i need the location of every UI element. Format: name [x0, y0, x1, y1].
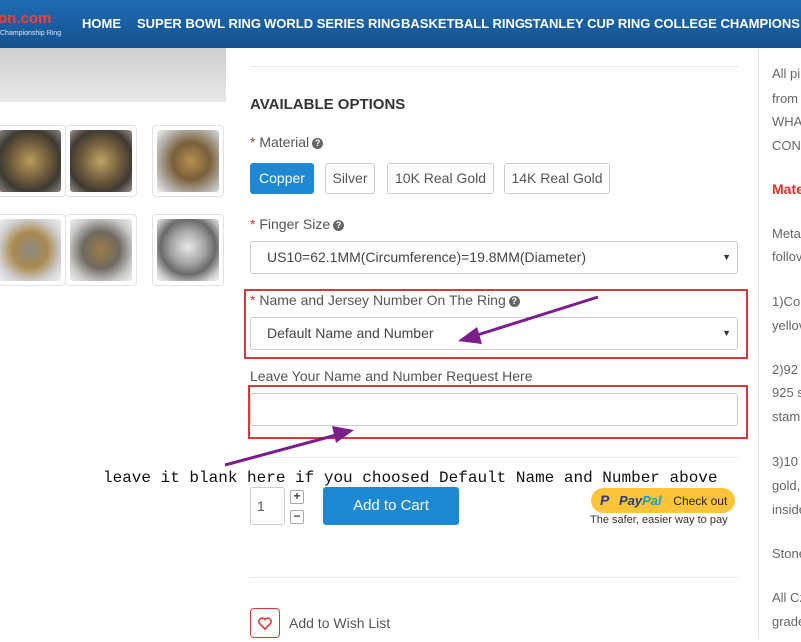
add-to-cart-button[interactable]: Add to Cart	[323, 487, 459, 525]
wishlist-link[interactable]: Add to Wish List	[289, 615, 390, 631]
material-section-heading: Mate	[772, 181, 801, 197]
description-line: inside	[772, 502, 801, 517]
description-column: All pi from WHA CONI Mate Meta follov 1)…	[758, 48, 801, 639]
quantity-increase-button[interactable]: +	[290, 490, 304, 504]
paypal-p-icon: P	[600, 492, 610, 508]
description-line: Meta	[772, 226, 801, 241]
paypal-checkout-button[interactable]: PayPal Check out	[591, 488, 735, 513]
description-line: 1)Co	[772, 294, 801, 309]
paypal-tagline: The safer, easier way to pay	[590, 514, 728, 526]
description-line: All pi	[772, 66, 801, 81]
wishlist-button[interactable]	[250, 608, 280, 638]
paypal-checkout-label: Check out	[673, 494, 728, 508]
arrow-head	[458, 327, 482, 344]
description-line: yellov	[772, 318, 801, 333]
description-line: 3)10	[772, 454, 799, 469]
quantity-input[interactable]: 1	[250, 487, 285, 525]
description-line: from	[772, 91, 798, 106]
quantity-decrease-button[interactable]: −	[290, 510, 304, 524]
description-line: stam	[772, 409, 801, 424]
description-line: follov	[772, 249, 801, 264]
arrow-head	[332, 426, 354, 443]
heart-icon	[258, 617, 272, 631]
divider	[250, 577, 738, 578]
description-line: grade	[772, 614, 801, 629]
arrow-line	[473, 295, 599, 338]
description-line: 2)92	[772, 362, 799, 377]
description-line: All Cz	[772, 590, 801, 605]
paypal-brand-pay: Pay	[619, 493, 643, 508]
description-line: CONI	[772, 138, 801, 153]
description-line: Stone	[772, 546, 801, 561]
description-line: WHA	[772, 114, 801, 129]
description-line: 925 s	[772, 385, 801, 400]
annotation-arrows	[224, 295, 599, 467]
arrow-line	[224, 432, 341, 467]
annotation-note: leave it blank here if you choosed Defau…	[103, 469, 718, 487]
paypal-brand-pal: Pal	[642, 493, 662, 508]
description-line: gold,	[772, 478, 801, 493]
